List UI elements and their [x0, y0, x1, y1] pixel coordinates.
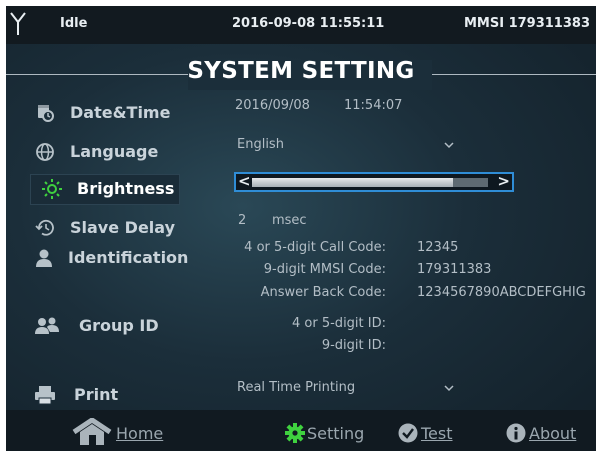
menu-label-slave-delay: Slave Delay [70, 218, 176, 237]
answer-back-label: Answer Back Code: [260, 285, 386, 300]
menu-item-brightness[interactable]: Brightness [30, 174, 180, 205]
call-code-value[interactable]: 12345 [417, 240, 458, 255]
menu-label-language: Language [70, 142, 159, 161]
status-bar: Idle 2016-09-08 11:55:11 MMSI 179311383 [6, 6, 596, 44]
status-state: Idle [60, 16, 88, 31]
menu-label-print: Print [74, 385, 119, 404]
antenna-icon [10, 12, 26, 35]
menu-label-brightness: Brightness [77, 179, 175, 198]
time-value[interactable]: 11:54:07 [344, 98, 402, 113]
menu-label-identification: Identification [68, 248, 189, 267]
menu-label-group-id: Group ID [79, 316, 159, 335]
nav-test-label: Test [421, 424, 453, 443]
printer-icon [35, 386, 55, 405]
history-icon [35, 219, 54, 236]
globe-icon [36, 143, 54, 161]
decrease-arrow-icon[interactable]: < [238, 172, 251, 190]
group-icon [35, 317, 59, 334]
home-icon [72, 418, 112, 445]
group-id-long-label: 9-digit ID: [321, 338, 386, 353]
menu-label-date-time: Date&Time [70, 103, 171, 122]
calendar-clock-icon [38, 105, 54, 122]
check-circle-icon [398, 423, 418, 443]
group-id-short-label: 4 or 5-digit ID: [292, 316, 386, 331]
nav-home-label: Home [116, 424, 164, 443]
device-screen: Idle 2016-09-08 11:55:11 MMSI 179311383 … [6, 6, 596, 451]
status-datetime: 2016-09-08 11:55:11 [232, 16, 385, 31]
mmsi-code-value[interactable]: 179311383 [417, 262, 491, 277]
increase-arrow-icon[interactable]: > [497, 172, 510, 190]
brightness-track [252, 178, 488, 187]
nav-setting-label: Setting [307, 424, 365, 443]
mmsi-code-label: 9-digit MMSI Code: [263, 262, 386, 277]
page-title: SYSTEM SETTING [187, 58, 415, 84]
call-code-label: 4 or 5-digit Call Code: [244, 240, 386, 255]
nav-about-label: About [529, 424, 577, 443]
status-mmsi: MMSI 179311383 [463, 16, 590, 31]
chevron-down-icon[interactable] [444, 140, 454, 150]
slave-delay-unit: msec [272, 213, 307, 228]
date-value[interactable]: 2016/09/08 [235, 98, 310, 113]
answer-back-value[interactable]: 1234567890ABCDEFGHIG [417, 285, 586, 300]
info-icon [506, 423, 526, 443]
print-select[interactable]: Real Time Printing [237, 380, 355, 395]
person-icon [36, 249, 52, 267]
sun-icon [42, 179, 62, 199]
brightness-fill [252, 178, 453, 187]
brightness-slider[interactable]: < > [234, 172, 514, 192]
slave-delay-value[interactable]: 2 [238, 213, 246, 228]
chevron-down-icon[interactable] [444, 383, 454, 393]
gear-icon [285, 423, 305, 443]
language-select[interactable]: English [237, 137, 284, 152]
